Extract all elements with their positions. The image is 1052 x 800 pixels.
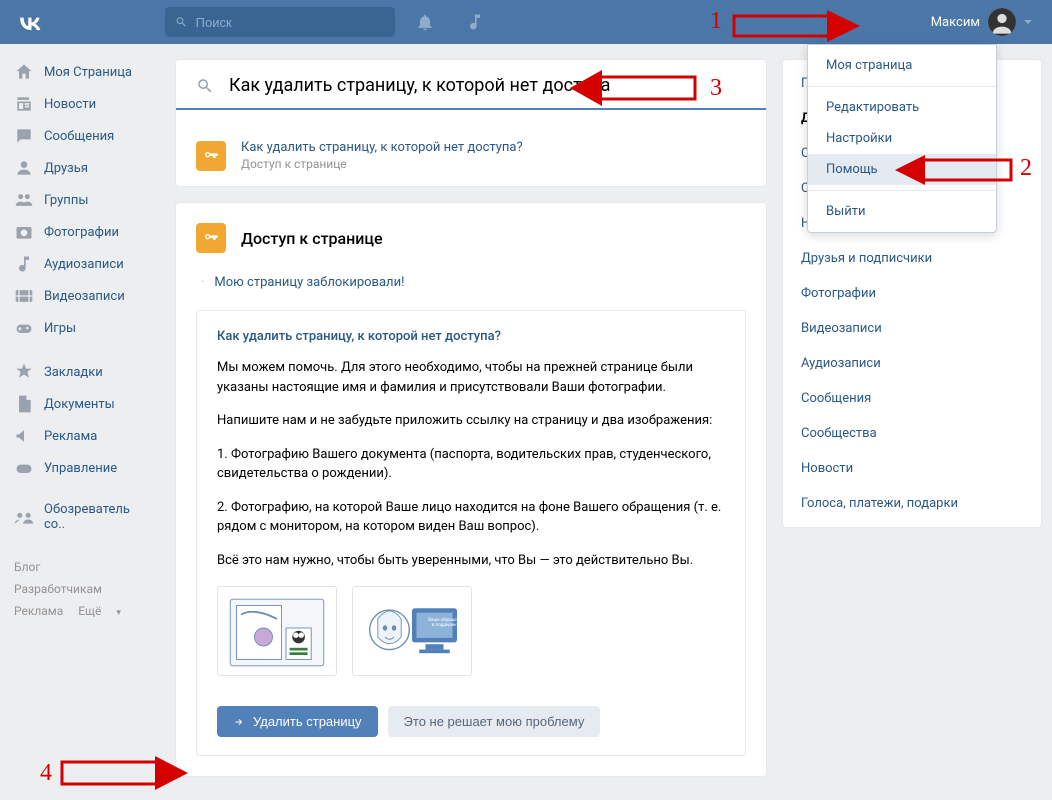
nav-item-browser[interactable]: Обозреватель со.. [6,496,159,538]
delete-page-button[interactable]: Удалить страницу [217,706,378,737]
passport-image [217,586,337,676]
not-solved-button[interactable]: Это не решает мою проблему [388,706,601,737]
video-icon [14,286,34,306]
key-icon [196,223,226,253]
selfie-image: Ваше обращениев поддержку [352,586,472,676]
nav-item-groups[interactable]: Группы [6,184,159,216]
audio-icon [14,254,34,274]
nav-item-news[interactable]: Новости [6,88,159,120]
annotation-1: 1 [710,8,722,35]
answer-p5: Всё это нам нужно, чтобы быть уверенными… [217,551,725,571]
annotation-2: 2 [1020,155,1032,182]
nav-item-manage[interactable]: Управление [6,452,159,484]
manage-icon [14,458,34,478]
category-item[interactable]: Друзья и подписчики [783,241,1041,276]
category-item[interactable]: Сообщества [783,416,1041,451]
docs-images: Ваше обращениев поддержку [217,586,725,676]
friends-icon [14,158,34,178]
category-item[interactable]: Видеозаписи [783,311,1041,346]
bell-icon[interactable] [415,12,435,32]
svg-text:в поддержку: в поддержку [432,623,460,628]
blocked-page-link[interactable]: Мою страницу заблокировали! [196,275,746,290]
footer-more[interactable]: Ещё ▾ [78,604,133,618]
help-search-card: Как удалить страницу, к которой нет дост… [175,59,767,187]
dropdown-item[interactable]: Настройки [808,123,996,154]
header-search[interactable] [165,7,395,37]
arrow-right-icon [233,716,245,728]
key-icon [196,141,226,171]
article-card: Доступ к странице Мою страницу заблокиро… [175,202,767,777]
groups-icon [14,190,34,210]
user-dropdown: Моя страница РедактироватьНастройкиПомощь… [807,44,997,233]
nav-item-audio[interactable]: Аудиозаписи [6,248,159,280]
nav-item-bookmark[interactable]: Закладки [6,356,159,388]
nav-footer: Блог Разработчикам Реклама Ещё ▾ [6,538,159,642]
vk-logo[interactable] [15,7,45,37]
dropdown-item[interactable]: Выйти [808,196,996,227]
nav-item-games[interactable]: Игры [6,312,159,344]
bookmark-icon [14,362,34,382]
user-menu[interactable]: Максим [931,8,1042,36]
suggestion-title: Как удалить страницу, к которой нет дост… [241,140,523,155]
category-item[interactable]: Новости [783,451,1041,486]
dropdown-item[interactable]: Помощь [808,154,996,185]
annotation-3: 3 [710,75,722,102]
category-item[interactable]: Фотографии [783,276,1041,311]
nav-item-messages[interactable]: Сообщения [6,120,159,152]
ads-icon [14,426,34,446]
dropdown-item[interactable]: Редактировать [808,92,996,123]
left-nav: Моя СтраницаНовостиСообщенияДрузьяГруппы… [0,44,165,654]
footer-ads[interactable]: Реклама [14,604,63,618]
docs-icon [14,394,34,414]
nav-item-docs[interactable]: Документы [6,388,159,420]
news-icon [14,94,34,114]
answer-p4: 2. Фотографию, на которой Ваше лицо нахо… [217,498,725,537]
search-icon [196,77,214,95]
nav-item-photos[interactable]: Фотографии [6,216,159,248]
help-search-query: Как удалить страницу, к которой нет дост… [229,75,610,96]
help-search[interactable]: Как удалить страницу, к которой нет дост… [196,75,746,96]
avatar [988,8,1016,36]
category-item[interactable]: Сообщения [783,381,1041,416]
photos-icon [14,222,34,242]
dropdown-item[interactable]: Моя страница [808,50,996,81]
nav-item-video[interactable]: Видеозаписи [6,280,159,312]
nav-item-ads[interactable]: Реклама [6,420,159,452]
caret-down-icon [1024,20,1032,24]
nav-item-home[interactable]: Моя Страница [6,56,159,88]
suggestion-subtitle: Доступ к странице [241,157,523,171]
user-name: Максим [931,15,980,30]
top-header: Максим [0,0,1052,44]
games-icon [14,318,34,338]
browser-icon [14,507,34,527]
annotation-4: 4 [40,760,52,787]
article-section-title: Доступ к странице [241,229,383,248]
footer-dev[interactable]: Разработчикам [14,582,102,596]
category-item[interactable]: Аудиозаписи [783,346,1041,381]
answer-box: Как удалить страницу, к которой нет дост… [196,310,746,756]
answer-p3: 1. Фотографию Вашего документа (паспорта… [217,445,725,484]
answer-p1: Мы можем помочь. Для этого необходимо, ч… [217,358,725,397]
home-icon [14,62,34,82]
header-search-input[interactable] [196,15,385,30]
answer-p2: Напишите нам и не забудьте приложить ссы… [217,411,725,431]
header-icons [415,12,485,32]
search-suggestion[interactable]: Как удалить страницу, к которой нет дост… [196,140,746,171]
nav-item-friends[interactable]: Друзья [6,152,159,184]
category-item[interactable]: Голоса, платежи, подарки [783,486,1041,521]
music-icon[interactable] [465,12,485,32]
footer-blog[interactable]: Блог [14,560,40,574]
answer-question: Как удалить страницу, к которой нет дост… [217,329,725,344]
messages-icon [14,126,34,146]
